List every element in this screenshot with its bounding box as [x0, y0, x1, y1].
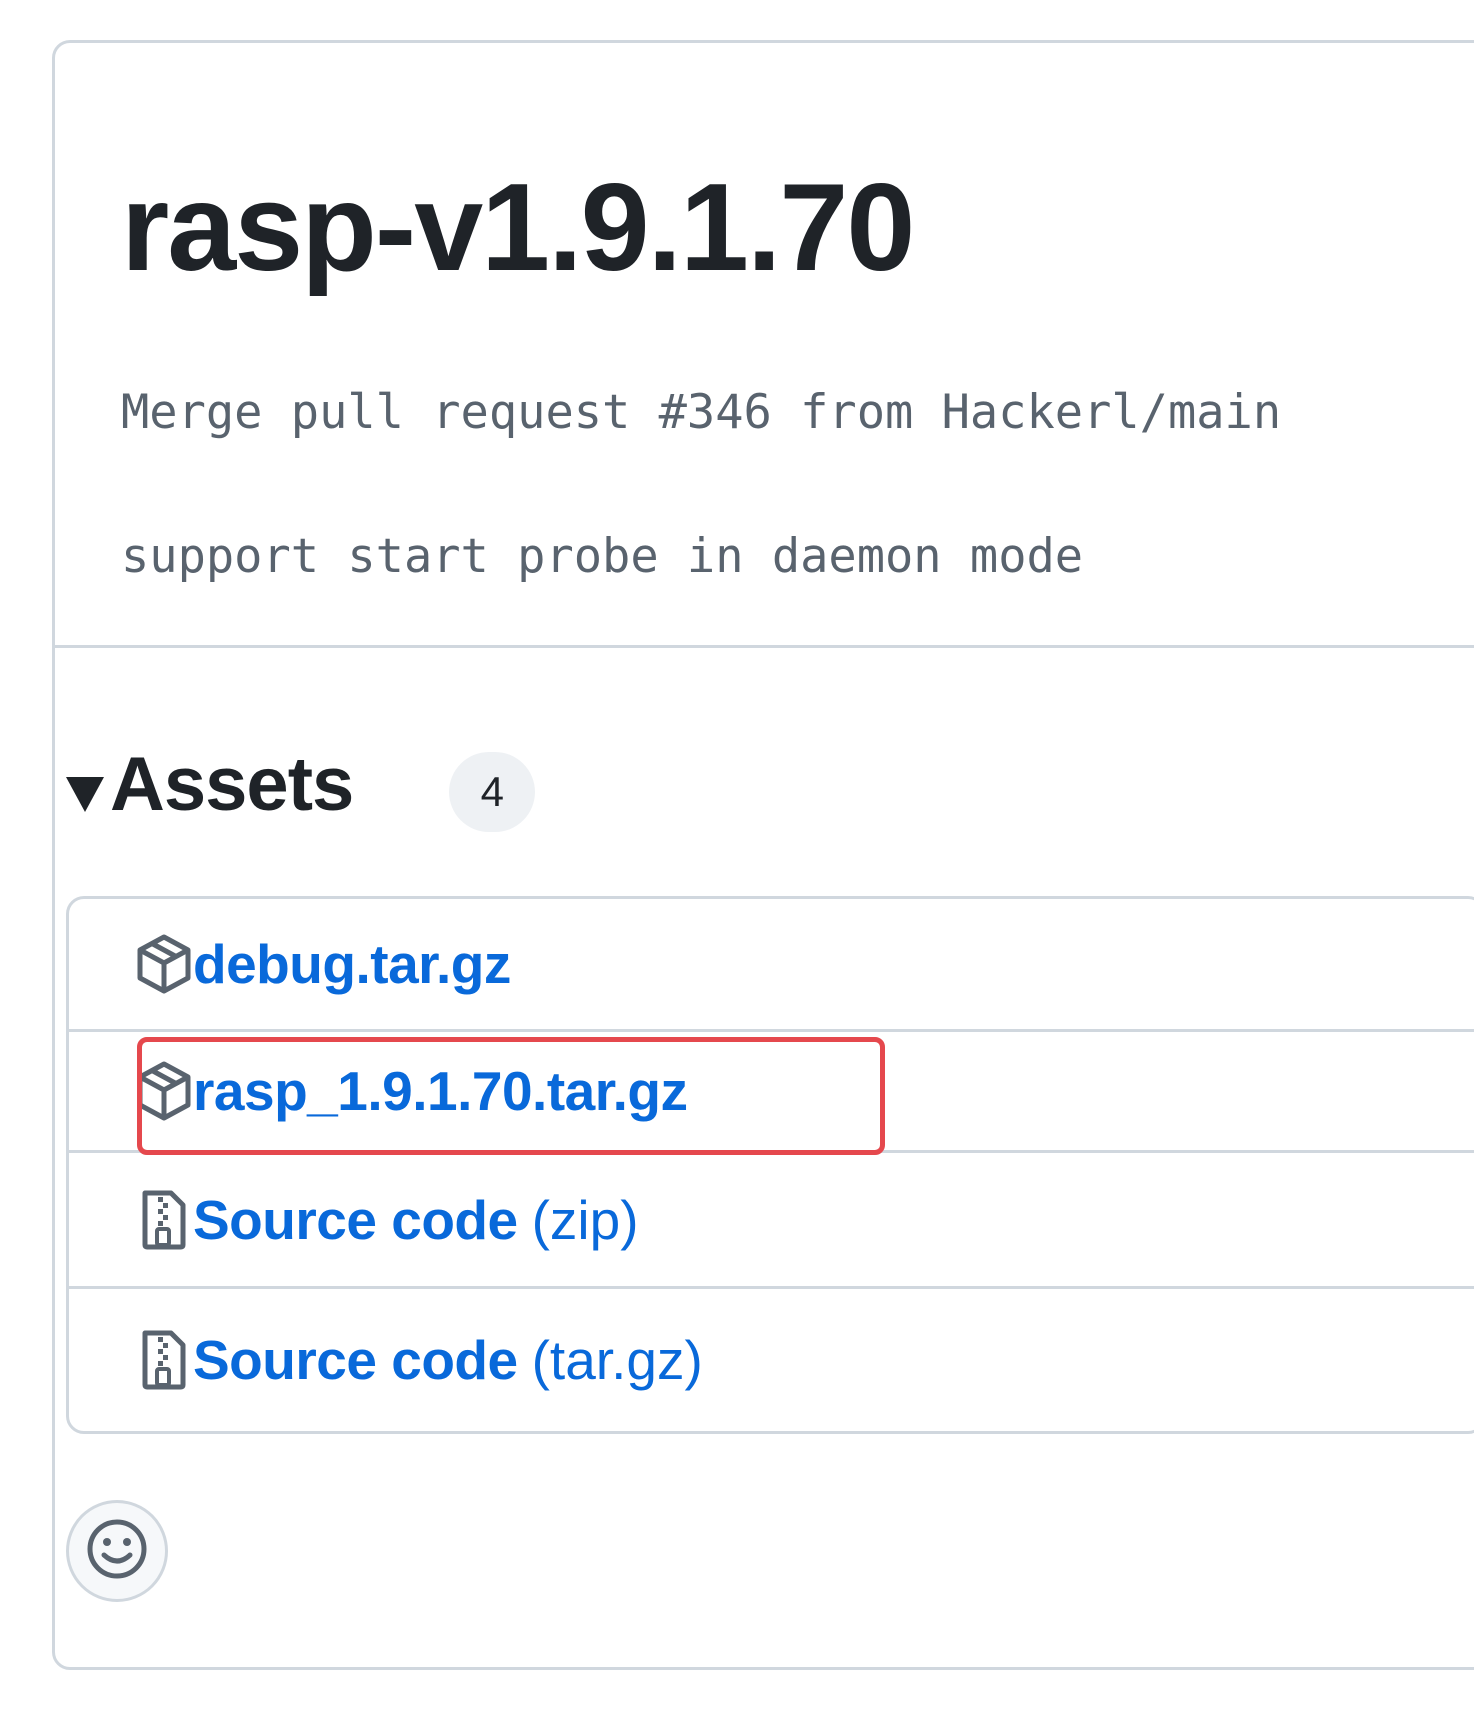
file-zip-icon [135, 1189, 193, 1251]
asset-row: Source code (zip) [69, 1153, 1474, 1289]
release-title[interactable]: rasp-v1.9.1.70 [121, 153, 915, 303]
triangle-down-icon [66, 776, 104, 812]
asset-link-source-targz[interactable]: Source code [193, 1325, 518, 1395]
release-notes-line: support start probe in daemon mode [121, 529, 1084, 584]
add-reaction-button[interactable] [66, 1500, 168, 1602]
release-header: rasp-v1.9.1.70 Merge pull request #346 f… [55, 43, 1474, 648]
asset-link-source-zip[interactable]: Source code [193, 1185, 518, 1255]
file-zip-icon [135, 1329, 193, 1391]
asset-row: Source code (tar.gz) [69, 1289, 1474, 1431]
asset-row: debug.tar.gz [69, 899, 1474, 1032]
asset-format-zip: (zip) [531, 1188, 639, 1251]
package-icon [135, 933, 193, 995]
asset-row: rasp_1.9.1.70.tar.gz [69, 1032, 1474, 1153]
package-icon [135, 1060, 193, 1122]
smiley-icon [85, 1517, 149, 1586]
release-notes-line: Merge pull request #346 from Hackerl/mai… [121, 385, 1282, 440]
assets-list: debug.tar.gz rasp_1.9.1.70.tar.gz Source… [66, 896, 1474, 1434]
assets-count-badge: 4 [449, 752, 536, 832]
asset-link-debug[interactable]: debug.tar.gz [193, 929, 511, 999]
release-notes: Merge pull request #346 from Hackerl/mai… [121, 381, 1281, 589]
assets-toggle[interactable]: Assets 4 [66, 730, 536, 840]
assets-title: Assets [110, 742, 354, 827]
asset-link-rasp[interactable]: rasp_1.9.1.70.tar.gz [193, 1056, 688, 1126]
asset-format-targz: (tar.gz) [531, 1329, 703, 1391]
